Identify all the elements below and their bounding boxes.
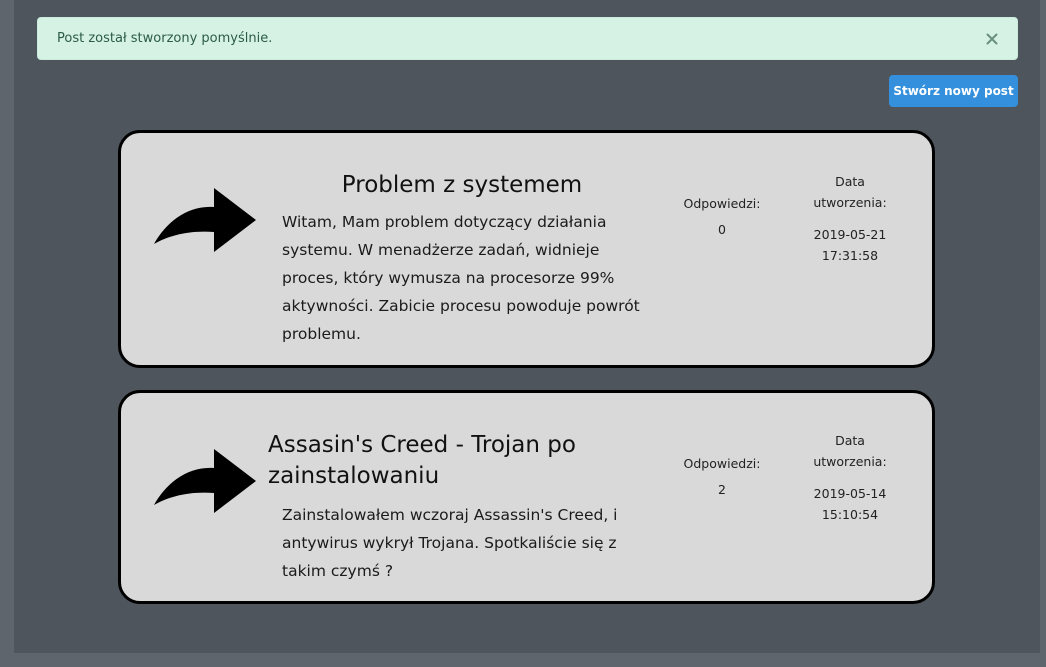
share-arrow-icon bbox=[152, 188, 257, 253]
post-card[interactable]: Problem z systemem Witam, Mam problem do… bbox=[118, 130, 935, 368]
replies-count: 0 bbox=[718, 222, 726, 237]
post-card[interactable]: Assasin's Creed - Trojan po zainstalowan… bbox=[118, 390, 935, 604]
post-body: Zainstalowałem wczoraj Assassin's Creed,… bbox=[282, 506, 618, 580]
created-date: 2019-05-21 17:31:58 bbox=[813, 227, 887, 263]
success-alert: Post został stworzony pomyślnie. bbox=[37, 17, 1018, 60]
replies-label: Odpowiedzi: bbox=[683, 196, 761, 211]
create-new-post-button[interactable]: Stwórz nowy post bbox=[889, 75, 1018, 107]
close-icon[interactable] bbox=[981, 28, 1003, 50]
created-label: Data utworzenia: bbox=[813, 174, 887, 210]
created-info: Data utworzenia: 2019-05-21 17:31:58 bbox=[795, 171, 905, 266]
post-title[interactable]: Assasin's Creed - Trojan po zainstalowan… bbox=[268, 430, 648, 492]
replies-info: Odpowiedzi: 2 bbox=[671, 455, 773, 499]
created-date: 2019-05-14 15:10:54 bbox=[813, 486, 887, 522]
share-arrow-icon bbox=[152, 449, 257, 514]
post-title[interactable]: Problem z systemem bbox=[267, 170, 657, 201]
created-info: Data utworzenia: 2019-05-14 15:10:54 bbox=[795, 430, 905, 525]
created-label: Data utworzenia: bbox=[813, 433, 887, 469]
replies-info: Odpowiedzi: 0 bbox=[671, 195, 773, 239]
post-body: Witam, Mam problem dotyczący działania s… bbox=[282, 213, 640, 343]
replies-label: Odpowiedzi: bbox=[683, 456, 761, 471]
replies-count: 2 bbox=[718, 482, 726, 497]
alert-message: Post został stworzony pomyślnie. bbox=[57, 31, 273, 46]
